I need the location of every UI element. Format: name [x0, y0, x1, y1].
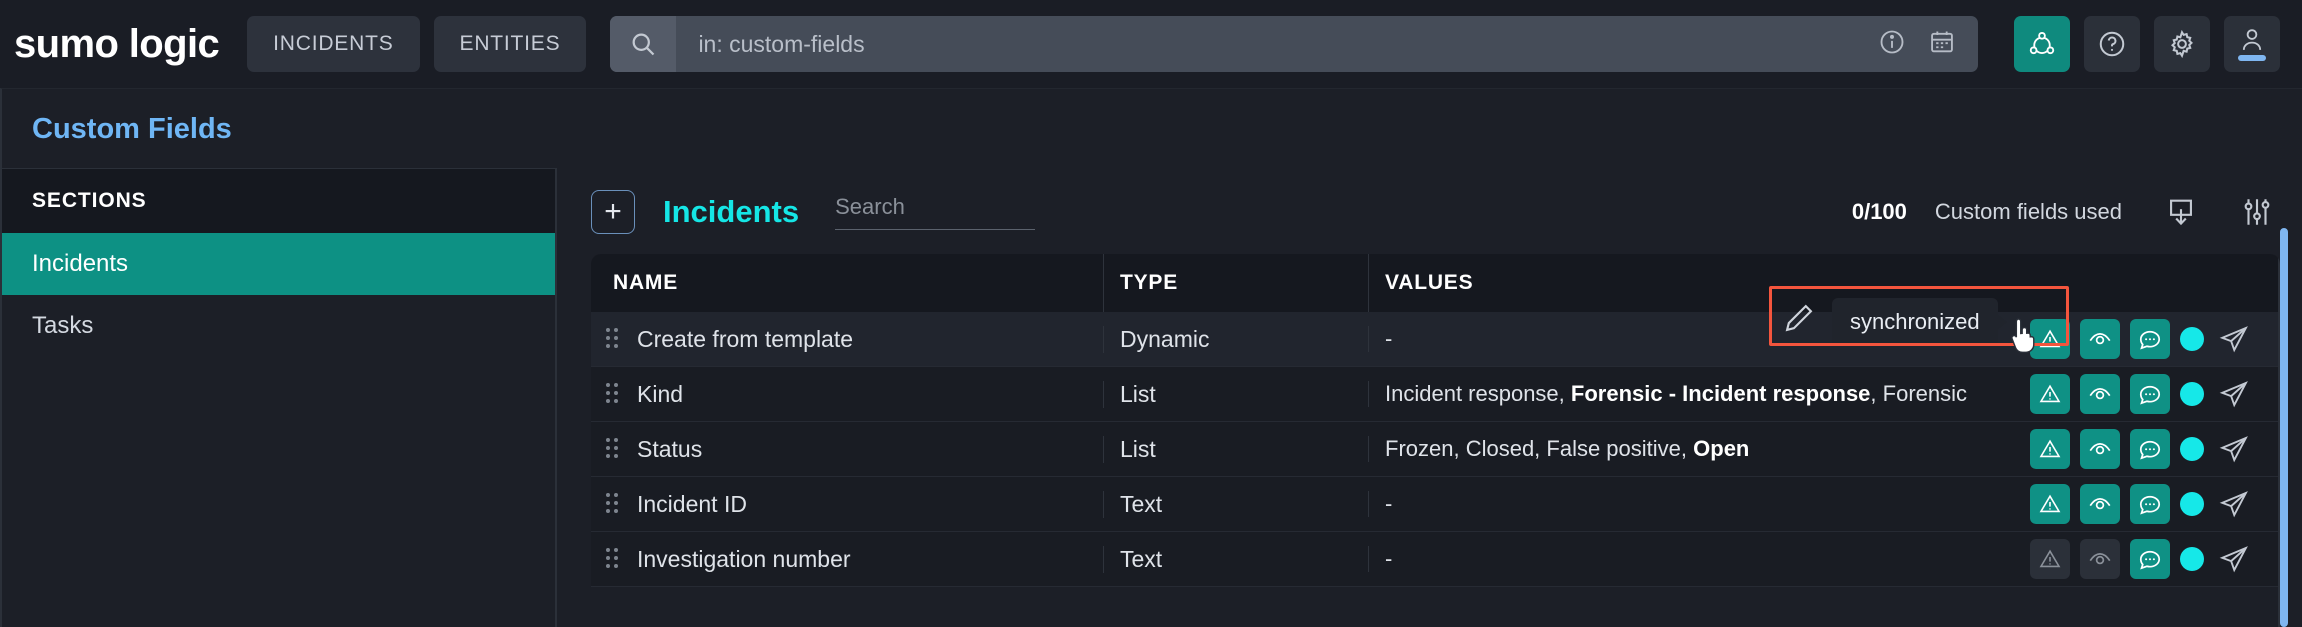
field-type: List [1120, 436, 1156, 462]
custom-fields-table: NAME TYPE VALUES Create from template Dyn… [591, 254, 2280, 627]
field-values: Frozen, Closed, False positive, Open [1385, 436, 1749, 461]
field-type: Text [1120, 491, 1162, 517]
custom-fields-count: 0/100 [1852, 199, 1907, 225]
search-trailing-icons [1878, 28, 1978, 61]
column-header-name[interactable]: NAME [591, 271, 1103, 295]
sidebar-item-tasks[interactable]: Tasks [2, 295, 555, 357]
field-type: Text [1120, 546, 1162, 572]
comment-icon[interactable] [2130, 374, 2170, 414]
user-avatar-icon[interactable] [2224, 16, 2280, 72]
field-type: List [1120, 381, 1156, 407]
graph-network-icon[interactable] [2014, 16, 2070, 72]
help-icon[interactable] [2084, 16, 2140, 72]
drag-handle-icon[interactable] [603, 383, 623, 405]
eye-icon[interactable] [2080, 484, 2120, 524]
warning-icon[interactable] [2030, 374, 2070, 414]
sections-sidebar: SECTIONS Incidents Tasks [2, 168, 557, 627]
section-title: Incidents [663, 194, 799, 230]
warning-icon[interactable] [2030, 429, 2070, 469]
field-type: Dynamic [1120, 326, 1209, 352]
sync-toggle[interactable] [2180, 437, 2204, 461]
page-container: Custom Fields SECTIONS Incidents Tasks +… [0, 88, 2302, 627]
info-circle-icon[interactable] [1878, 28, 1906, 61]
gear-icon[interactable] [2154, 16, 2210, 72]
page-body: SECTIONS Incidents Tasks + Incidents Sea… [2, 168, 2302, 627]
eye-icon[interactable] [2080, 319, 2120, 359]
table-row[interactable]: Kind List Incident response, Forensic - In… [591, 367, 2280, 422]
send-icon[interactable] [2214, 484, 2254, 524]
field-name: Status [637, 436, 702, 463]
pointer-hand-cursor [2007, 316, 2041, 361]
top-navigation-bar: sumo logic INCIDENTS ENTITIES in: custom… [0, 0, 2302, 88]
synchronized-tooltip: synchronized [1832, 298, 1998, 346]
search-icon[interactable] [610, 16, 676, 72]
drag-handle-icon[interactable] [603, 493, 623, 515]
table-row[interactable]: Incident ID Text - [591, 477, 2280, 532]
eye-icon[interactable] [2080, 374, 2120, 414]
pencil-edit-icon[interactable] [1782, 301, 1816, 340]
sync-toggle[interactable] [2180, 547, 2204, 571]
usage-and-tools: 0/100 Custom fields used [1852, 195, 2302, 229]
filter-sliders-icon[interactable] [2240, 195, 2274, 229]
sync-toggle[interactable] [2180, 327, 2204, 351]
comment-icon[interactable] [2130, 319, 2170, 359]
comment-icon[interactable] [2130, 539, 2170, 579]
download-icon[interactable] [2164, 195, 2198, 229]
send-icon[interactable] [2214, 539, 2254, 579]
avatar-underline [2238, 55, 2266, 61]
field-name: Incident ID [637, 491, 747, 518]
comment-icon[interactable] [2130, 429, 2170, 469]
column-header-type[interactable]: TYPE [1103, 254, 1368, 312]
sidebar-item-incidents[interactable]: Incidents [2, 233, 555, 295]
page-title: Custom Fields [2, 89, 2302, 168]
send-icon[interactable] [2214, 429, 2254, 469]
eye-icon[interactable] [2080, 539, 2120, 579]
warning-icon[interactable] [2030, 484, 2070, 524]
vertical-scrollbar[interactable] [2280, 228, 2288, 627]
comment-icon[interactable] [2130, 484, 2170, 524]
table-search-input[interactable]: Search [835, 194, 1035, 230]
nav-tab-incidents[interactable]: INCIDENTS [247, 16, 419, 72]
drag-handle-icon[interactable] [603, 438, 623, 460]
drag-handle-icon[interactable] [603, 548, 623, 570]
table-header-row: NAME TYPE VALUES [591, 254, 2280, 312]
field-values: - [1385, 326, 1392, 351]
field-values: - [1385, 491, 1392, 516]
eye-icon[interactable] [2080, 429, 2120, 469]
field-name: Investigation number [637, 546, 851, 573]
sync-toggle[interactable] [2180, 382, 2204, 406]
sidebar-header: SECTIONS [2, 169, 555, 233]
field-values: Incident response, Forensic - Incident r… [1385, 381, 1967, 406]
table-row[interactable]: Status List Frozen, Closed, False positive… [591, 422, 2280, 477]
add-custom-field-button[interactable]: + [591, 190, 635, 234]
send-icon[interactable] [2214, 374, 2254, 414]
sumo-logic-logo[interactable]: sumo logic [14, 22, 219, 67]
main-toolbar: + Incidents Search 0/100 Custom fields u… [591, 168, 2302, 254]
custom-fields-used-label: Custom fields used [1935, 199, 2122, 225]
global-search-bar[interactable]: in: custom-fields [610, 16, 1978, 72]
drag-handle-icon[interactable] [603, 328, 623, 350]
global-search-input[interactable]: in: custom-fields [676, 31, 1878, 58]
main-content: + Incidents Search 0/100 Custom fields u… [557, 168, 2302, 627]
field-name: Create from template [637, 326, 853, 353]
sync-toggle[interactable] [2180, 492, 2204, 516]
field-values: - [1385, 546, 1392, 571]
table-row[interactable]: Investigation number Text - [591, 532, 2280, 587]
warning-icon[interactable] [2030, 539, 2070, 579]
calendar-icon[interactable] [1928, 28, 1956, 61]
nav-tab-entities[interactable]: ENTITIES [434, 16, 587, 72]
field-name: Kind [637, 381, 683, 408]
send-icon[interactable] [2214, 319, 2254, 359]
